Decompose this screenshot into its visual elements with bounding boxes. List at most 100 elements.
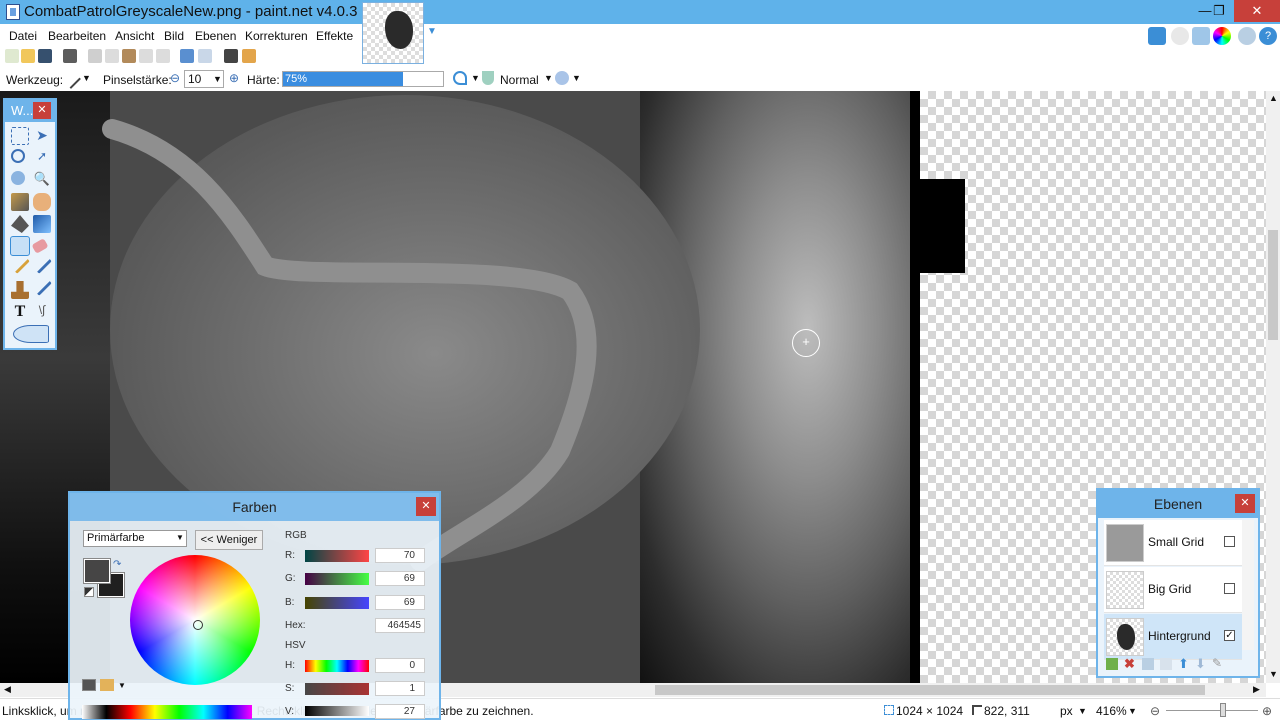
scroll-left-icon[interactable]: ◀ <box>4 684 11 695</box>
maximize-button[interactable]: ❐ <box>1202 0 1236 22</box>
magic-wand-icon[interactable] <box>11 193 29 211</box>
menu-bild[interactable]: Bild <box>164 29 184 43</box>
text-tool-icon[interactable]: T <box>11 303 29 321</box>
zoom-icon[interactable]: 🔍 <box>33 171 51 189</box>
move-layer-up-icon[interactable]: ⬆ <box>1178 656 1189 672</box>
menu-ebenen[interactable]: Ebenen <box>195 29 236 43</box>
crop-icon[interactable] <box>139 49 153 63</box>
brush-width-increase-icon[interactable]: ⊕ <box>229 71 239 85</box>
ellipse-select-icon[interactable] <box>11 171 25 185</box>
scroll-up-icon[interactable]: ▲ <box>1269 93 1278 103</box>
paintbrush-tool-icon[interactable] <box>10 236 30 256</box>
pan-icon[interactable] <box>33 193 51 211</box>
shapes-icon[interactable] <box>13 325 49 343</box>
b-value-input[interactable]: 69 <box>375 595 425 610</box>
move-selected-icon[interactable]: ➚ <box>33 149 51 167</box>
app-icon[interactable] <box>6 4 20 20</box>
image-list-dropdown-icon[interactable]: ▼ <box>427 26 437 37</box>
new-file-icon[interactable] <box>5 49 19 63</box>
v-value-input[interactable]: 27 <box>375 704 425 719</box>
settings-gear-icon[interactable] <box>1238 27 1256 45</box>
menu-korrekturen[interactable]: Korrekturen <box>245 29 308 43</box>
color-target-select[interactable]: Primärfarbe <box>83 530 187 547</box>
alpha-blending-icon[interactable] <box>555 71 569 85</box>
v-slider[interactable] <box>305 706 369 716</box>
pencil-icon[interactable] <box>10 254 30 274</box>
brush-width-decrease-icon[interactable]: ⊖ <box>170 71 180 85</box>
layer-properties-icon[interactable]: ✎ <box>1212 656 1222 670</box>
close-button[interactable]: ✕ <box>1234 0 1280 22</box>
hex-value-input[interactable]: 464545 <box>375 618 425 633</box>
lasso-select-icon[interactable] <box>11 149 25 163</box>
g-slider[interactable] <box>305 573 369 585</box>
color-picker-icon[interactable] <box>32 254 52 274</box>
eraser-icon[interactable] <box>31 238 49 254</box>
help-icon[interactable]: ? <box>1259 27 1277 45</box>
menu-effekte[interactable]: Effekte <box>316 29 353 43</box>
palette-menu-icon[interactable] <box>100 679 114 691</box>
layer-visibility-checkbox[interactable] <box>1224 583 1235 594</box>
zoom-in-icon[interactable]: ⊕ <box>1262 704 1272 718</box>
r-value-input[interactable]: 70 <box>375 548 425 563</box>
tools-close-button[interactable]: ✕ <box>33 102 51 119</box>
h-value-input[interactable]: 0 <box>375 658 425 673</box>
s-value-input[interactable]: 1 <box>375 681 425 696</box>
open-file-icon[interactable] <box>21 49 35 63</box>
layer-row[interactable]: Hintergrund ✓ <box>1104 614 1242 660</box>
alpha-dropdown-icon[interactable]: ▼ <box>572 73 581 83</box>
b-slider[interactable] <box>305 597 369 609</box>
history-toggle-icon[interactable] <box>1171 27 1189 45</box>
menu-ansicht[interactable]: Ansicht <box>115 29 154 43</box>
gradient-icon[interactable] <box>33 215 51 233</box>
undo-icon[interactable] <box>180 49 194 63</box>
colors-toggle-icon[interactable] <box>1213 27 1231 45</box>
move-layer-down-icon[interactable]: ⬇ <box>1195 656 1206 672</box>
r-slider[interactable] <box>305 550 369 562</box>
antialiasing-icon[interactable] <box>453 71 467 85</box>
color-wheel-marker[interactable] <box>193 620 203 630</box>
print-icon[interactable] <box>63 49 77 63</box>
blend-mode-icon[interactable] <box>482 71 494 85</box>
zoom-out-icon[interactable]: ⊖ <box>1150 704 1160 718</box>
blend-mode-select[interactable]: Normal <box>500 73 539 87</box>
layer-visibility-checkbox[interactable]: ✓ <box>1224 630 1235 641</box>
swap-colors-icon[interactable]: ↷ <box>113 559 121 570</box>
zoom-dropdown-icon[interactable]: ▼ <box>1128 706 1137 716</box>
grid-icon[interactable] <box>224 49 238 63</box>
move-selection-icon[interactable]: ➤ <box>33 127 51 145</box>
vertical-scroll-thumb[interactable] <box>1268 230 1278 340</box>
clone-stamp-icon[interactable] <box>11 281 29 299</box>
redo-icon[interactable] <box>198 49 212 63</box>
cut-icon[interactable] <box>88 49 102 63</box>
menu-datei[interactable]: Datei <box>9 29 37 43</box>
deselect-icon[interactable] <box>156 49 170 63</box>
layers-scrollbar[interactable] <box>1242 520 1254 650</box>
paint-bucket-icon[interactable] <box>11 215 29 233</box>
blend-mode-dropdown-icon[interactable]: ▼ <box>544 73 553 83</box>
zoom-level[interactable]: 416% <box>1096 704 1127 718</box>
less-button[interactable]: << Weniger <box>195 530 263 550</box>
unit-select[interactable]: px <box>1060 704 1073 718</box>
zoom-slider-thumb[interactable] <box>1220 703 1226 717</box>
menu-bearbeiten[interactable]: Bearbeiten <box>48 29 106 43</box>
merge-layer-icon[interactable] <box>1160 658 1172 670</box>
delete-layer-icon[interactable]: ✖ <box>1124 656 1135 672</box>
save-icon[interactable] <box>38 49 52 63</box>
horizontal-scroll-thumb[interactable] <box>655 685 1205 695</box>
unit-dropdown-icon[interactable]: ▼ <box>1078 706 1087 716</box>
hardness-slider[interactable]: 75% <box>282 71 444 87</box>
antialiasing-dropdown-icon[interactable]: ▼ <box>471 73 480 83</box>
layer-row[interactable]: Small Grid <box>1104 520 1242 566</box>
palette-dropdown-icon[interactable]: ▼ <box>118 681 126 690</box>
layer-visibility-checkbox[interactable] <box>1224 536 1235 547</box>
colors-close-button[interactable]: ✕ <box>416 497 436 516</box>
layers-close-button[interactable]: ✕ <box>1235 494 1255 513</box>
primary-color-swatch[interactable] <box>83 558 111 584</box>
ruler-icon[interactable] <box>242 49 256 63</box>
h-slider[interactable] <box>305 660 369 672</box>
scroll-down-icon[interactable]: ▼ <box>1269 669 1278 679</box>
s-slider[interactable] <box>305 683 369 695</box>
layer-row[interactable]: Big Grid <box>1104 567 1242 613</box>
color-target-dropdown-icon[interactable]: ▼ <box>176 533 184 542</box>
zoom-slider[interactable] <box>1166 710 1258 711</box>
